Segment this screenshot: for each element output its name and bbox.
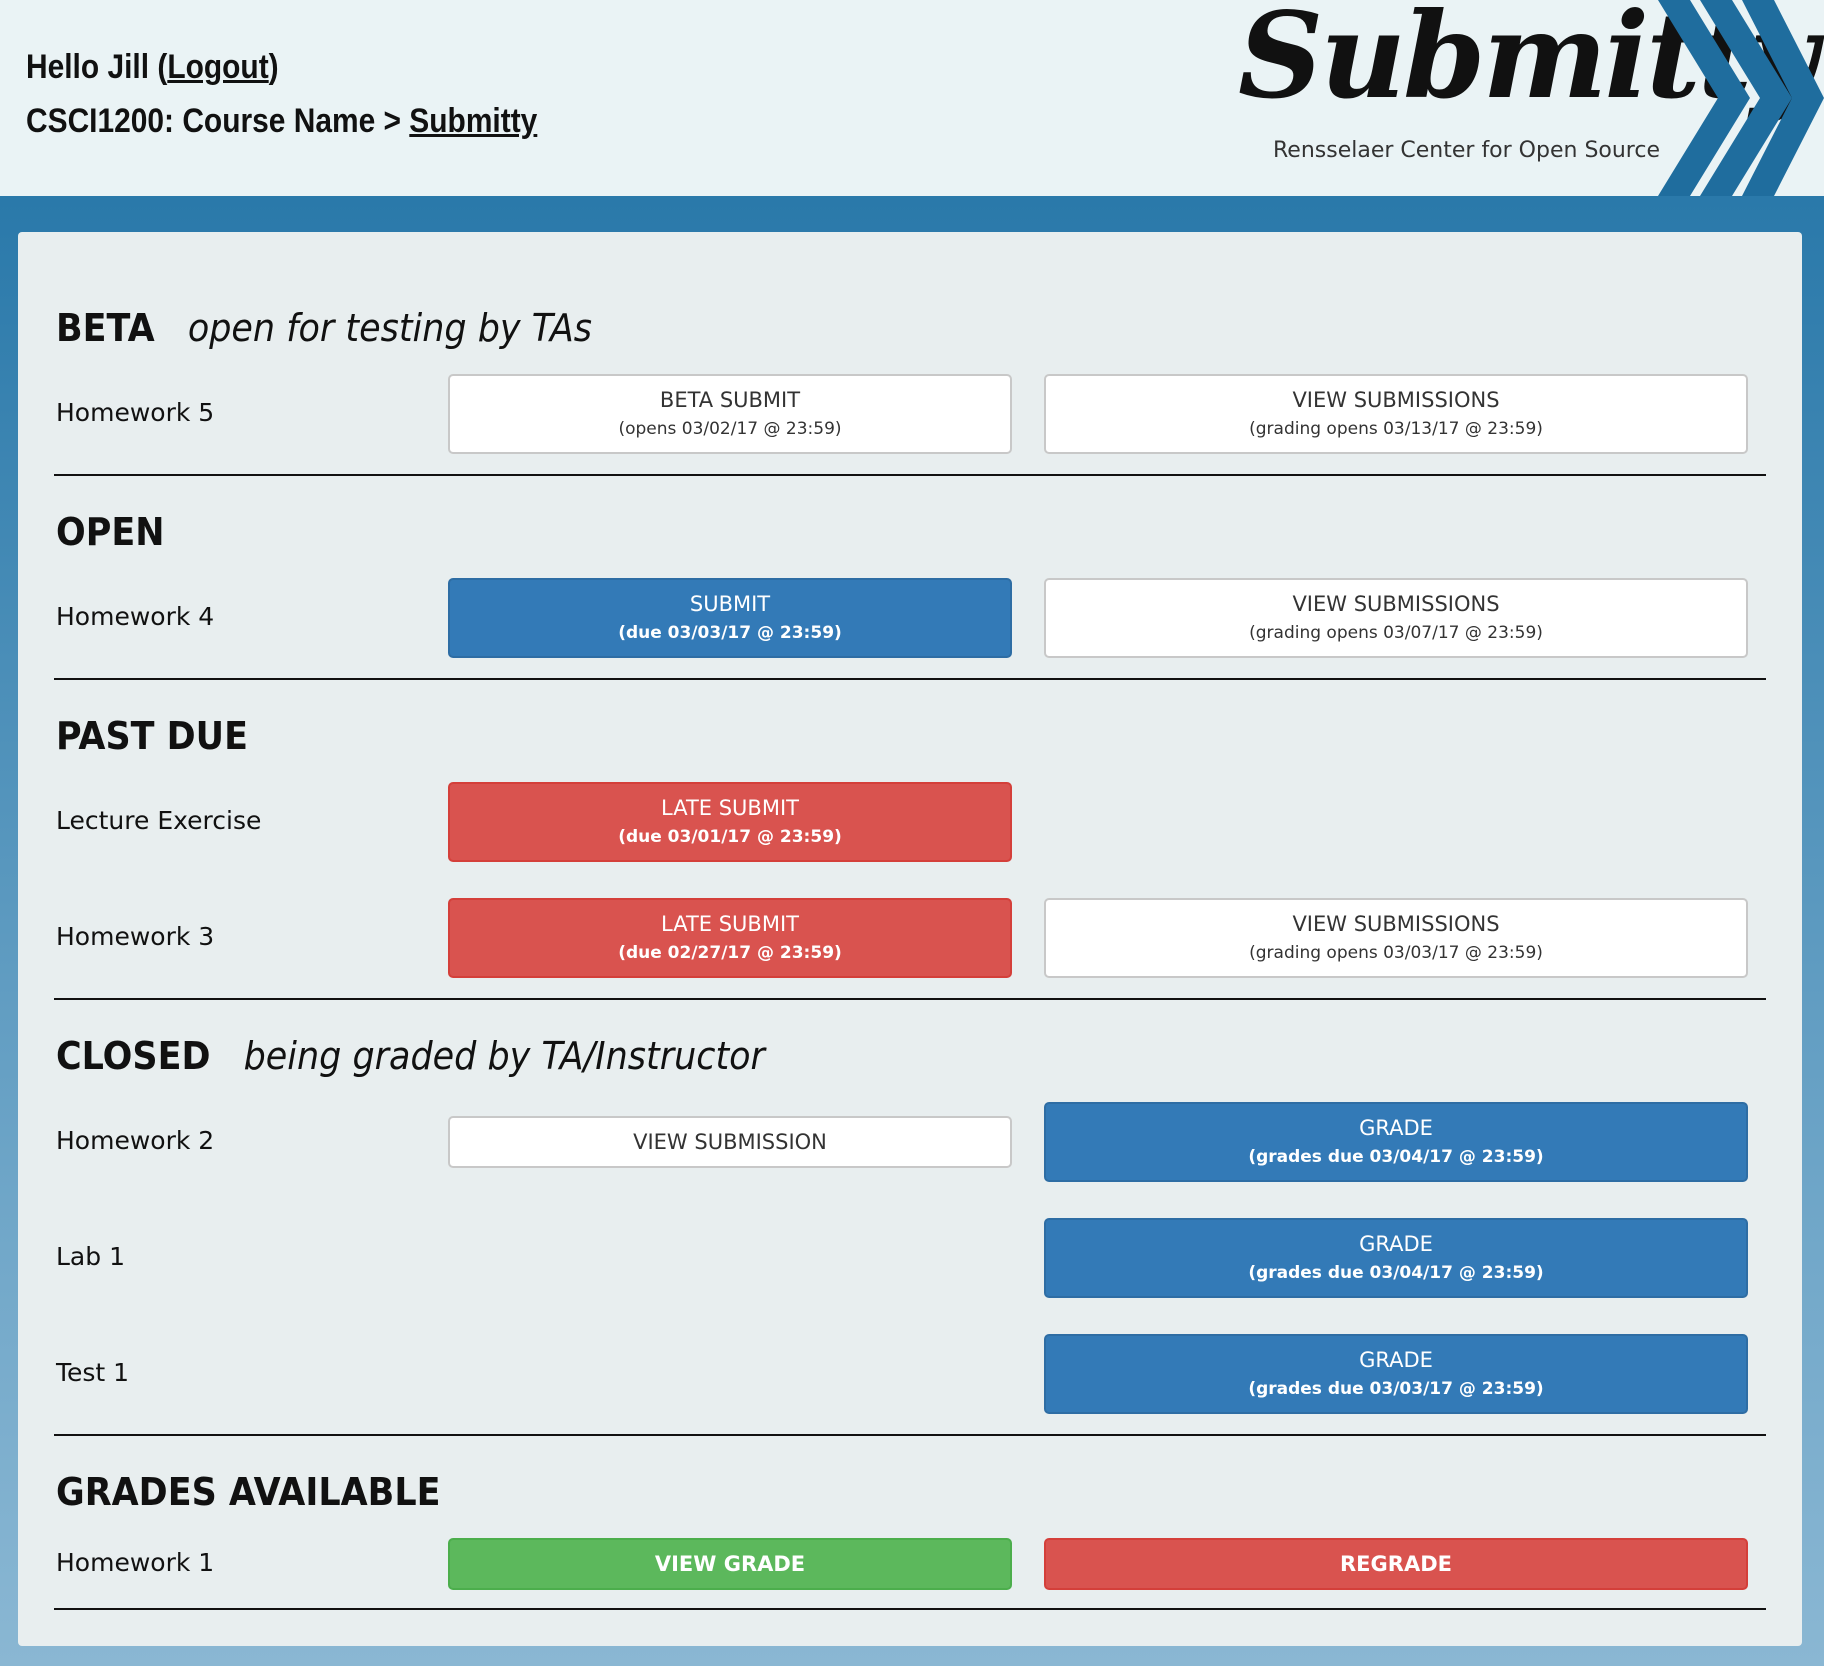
gradeable-label-homework-3: Homework 3 [56, 922, 215, 951]
section-title-grades-available: GRADES AVAILABLE [56, 1470, 441, 1514]
view-grade-button[interactable]: VIEW GRADE [448, 1538, 1012, 1590]
section-title-closed: CLOSED being graded by TA/Instructor [56, 1034, 765, 1078]
button-sub-label: (due 03/01/17 @ 23:59) [618, 827, 842, 847]
greeting-end: ) [268, 48, 279, 86]
greeting: Hello Jill ( [26, 48, 168, 86]
section-past-due-title: PAST DUE [56, 714, 248, 758]
section-beta-title: BETA [56, 306, 155, 350]
button-main-label: GRADE [1359, 1348, 1433, 1372]
button-main-label: VIEW SUBMISSIONS [1292, 388, 1500, 412]
late-submit-button[interactable]: LATE SUBMIT (due 03/01/17 @ 23:59) [448, 782, 1012, 862]
section-title-open: OPEN [56, 510, 164, 554]
breadcrumb: CSCI1200: Course Name > Submitty [26, 94, 537, 148]
top-header: Hello Jill (Logout) CSCI1200: Course Nam… [0, 0, 1824, 196]
regrade-button[interactable]: REGRADE [1044, 1538, 1748, 1590]
section-open-title: OPEN [56, 510, 165, 554]
section-closed-title: CLOSED [56, 1034, 211, 1078]
section-beta-subtitle: open for testing by TAs [187, 306, 592, 350]
section-divider [54, 474, 1766, 476]
button-sub-label: (grades due 03/04/17 @ 23:59) [1248, 1147, 1544, 1167]
section-title-past-due: PAST DUE [56, 714, 248, 758]
gradeable-label-lab-1: Lab 1 [56, 1242, 125, 1271]
course-name: CSCI1200: Course Name > [26, 102, 410, 140]
button-main-label: VIEW SUBMISSION [633, 1130, 827, 1154]
button-main-label: LATE SUBMIT [661, 796, 799, 820]
beta-submit-button[interactable]: BETA SUBMIT (opens 03/02/17 @ 23:59) [448, 374, 1012, 454]
greeting-line: Hello Jill (Logout) [26, 40, 537, 94]
section-divider [54, 678, 1766, 680]
grade-button[interactable]: GRADE (grades due 03/04/17 @ 23:59) [1044, 1218, 1748, 1298]
button-sub-label: (grading opens 03/13/17 @ 23:59) [1249, 419, 1543, 439]
grade-button[interactable]: GRADE (grades due 03/04/17 @ 23:59) [1044, 1102, 1748, 1182]
button-sub-label: (grading opens 03/03/17 @ 23:59) [1249, 943, 1543, 963]
submit-button[interactable]: SUBMIT (due 03/03/17 @ 23:59) [448, 578, 1012, 658]
gradeable-label-homework-2: Homework 2 [56, 1126, 215, 1155]
view-submissions-button[interactable]: VIEW SUBMISSIONS (grading opens 03/13/17… [1044, 374, 1748, 454]
button-sub-label: (opens 03/02/17 @ 23:59) [618, 419, 842, 439]
button-main-label: REGRADE [1340, 1552, 1452, 1576]
button-main-label: VIEW SUBMISSIONS [1292, 592, 1500, 616]
view-submissions-button[interactable]: VIEW SUBMISSIONS (grading opens 03/03/17… [1044, 898, 1748, 978]
view-submission-button[interactable]: VIEW SUBMISSION [448, 1116, 1012, 1168]
button-main-label: VIEW GRADE [654, 1552, 806, 1576]
grade-button[interactable]: GRADE (grades due 03/03/17 @ 23:59) [1044, 1334, 1748, 1414]
section-divider [54, 1434, 1766, 1436]
section-divider [54, 998, 1766, 1000]
button-sub-label: (grades due 03/03/17 @ 23:59) [1248, 1379, 1544, 1399]
section-closed-subtitle: being graded by TA/Instructor [243, 1034, 765, 1078]
logout-link[interactable]: Logout [167, 48, 268, 86]
button-main-label: LATE SUBMIT [661, 912, 799, 936]
submitty-logo[interactable]: Submitty Rensselaer Center for Open Sour… [1230, 0, 1824, 196]
button-sub-label: (grading opens 03/07/17 @ 23:59) [1249, 623, 1543, 643]
gradeable-label-homework-4: Homework 4 [56, 602, 215, 631]
button-sub-label: (due 03/03/17 @ 23:59) [618, 623, 842, 643]
logo-chevrons-icon [1658, 0, 1824, 196]
gradeable-label-test-1: Test 1 [56, 1358, 130, 1387]
late-submit-button[interactable]: LATE SUBMIT (due 02/27/17 @ 23:59) [448, 898, 1012, 978]
gradeable-panel: BETA open for testing by TAs Homework 5 B… [18, 232, 1802, 1646]
button-sub-label: (due 02/27/17 @ 23:59) [618, 943, 842, 963]
breadcrumb-submitty-link[interactable]: Submitty [409, 102, 537, 140]
section-title-beta: BETA open for testing by TAs [56, 306, 592, 350]
gradeable-label-homework-5: Homework 5 [56, 398, 215, 427]
section-divider [54, 1608, 1766, 1610]
view-submissions-button[interactable]: VIEW SUBMISSIONS (grading opens 03/07/17… [1044, 578, 1748, 658]
button-main-label: GRADE [1359, 1232, 1433, 1256]
gradeable-label-homework-1: Homework 1 [56, 1548, 215, 1577]
button-sub-label: (grades due 03/04/17 @ 23:59) [1248, 1263, 1544, 1283]
button-main-label: VIEW SUBMISSIONS [1292, 912, 1500, 936]
button-main-label: GRADE [1359, 1116, 1433, 1140]
gradeable-label-lecture-exercise: Lecture Exercise [56, 806, 262, 835]
button-main-label: BETA SUBMIT [659, 388, 801, 412]
logo-tagline: Rensselaer Center for Open Source [1273, 138, 1660, 163]
button-main-label: SUBMIT [689, 592, 771, 616]
header-text: Hello Jill (Logout) CSCI1200: Course Nam… [26, 40, 537, 148]
section-grades-available-title: GRADES AVAILABLE [56, 1470, 441, 1514]
